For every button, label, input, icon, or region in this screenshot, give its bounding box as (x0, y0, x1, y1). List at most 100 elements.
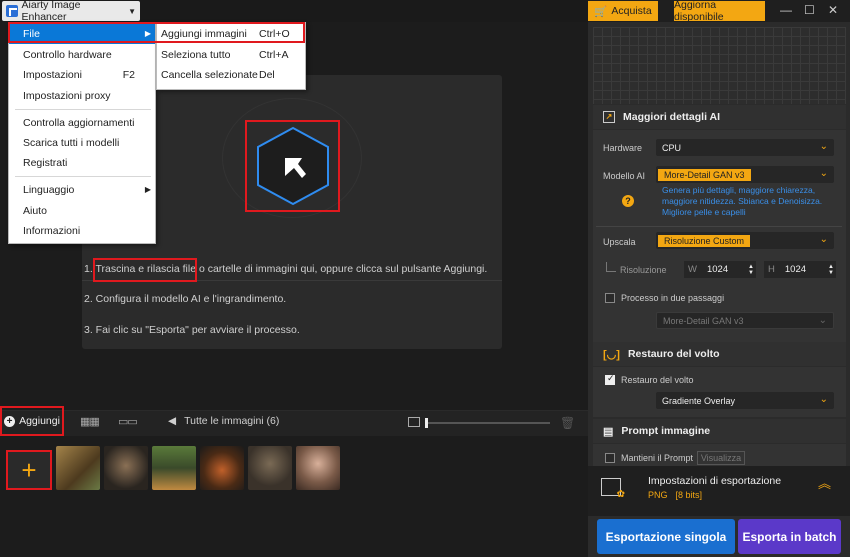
shortcut-label: Del (259, 69, 275, 81)
menu-item-settings[interactable]: Impostazioni F2 (9, 65, 155, 85)
face-restore-header[interactable]: [◡] Restauro del volto (593, 342, 846, 366)
thumbnail-bird[interactable] (104, 446, 148, 490)
format-value: PNG (648, 490, 668, 500)
thumbnail-size-slider[interactable] (425, 422, 550, 424)
import-hex-icon (256, 126, 329, 206)
w-label: W (688, 264, 697, 275)
export-single-button[interactable]: Esportazione singola (597, 519, 735, 554)
face-icon: [◡] (603, 348, 620, 361)
face-restore-checkbox[interactable]: Restauro del volto (605, 375, 694, 385)
model-description: Genera più dettagli, maggiore chiarezza,… (662, 185, 823, 217)
export-batch-label: Esporta in batch (742, 529, 837, 544)
two-pass-model-select[interactable]: More-Detail GAN v3 ⌄ (656, 312, 834, 329)
hardware-value: CPU (662, 142, 682, 153)
menu-item-label: Linguaggio (23, 184, 75, 196)
menu-item-language[interactable]: Linguaggio ▶ (9, 180, 155, 200)
menu-item-label: Informazioni (23, 225, 81, 237)
menu-item-updates[interactable]: Controlla aggiornamenti (9, 113, 155, 133)
menu-item-label: Aiuto (23, 205, 47, 217)
preview-grid (593, 27, 846, 104)
h-value: 1024 (784, 264, 807, 275)
menu-item-about[interactable]: Informazioni (9, 221, 155, 241)
upscale-select[interactable]: Risoluzione Custom ⌄ (656, 232, 834, 249)
checkbox[interactable] (605, 293, 615, 303)
face-mode-select[interactable]: Gradiente Overlay ⌄ (656, 392, 834, 409)
view-label: Visualizza (700, 453, 742, 463)
trash-icon[interactable]: 🗑 (560, 416, 575, 430)
app-logo-icon (6, 5, 18, 17)
grid-view-icon[interactable]: ▦▦ (80, 415, 100, 431)
add-button-label: Aggiungi (19, 415, 60, 427)
app-menu-button[interactable]: Aiarty Image Enhancer ▼ (2, 0, 140, 23)
compare-view-icon[interactable]: ▭▭ (118, 415, 138, 431)
thumbnail-portrait-dark[interactable] (248, 446, 292, 490)
submenu-item-delete-selected[interactable]: Cancella selezionate Del (157, 65, 305, 85)
two-pass-checkbox[interactable]: Processo in due passaggi (605, 293, 724, 303)
keep-prompt-checkbox[interactable]: Mantieni il Prompt (605, 453, 693, 463)
minimize-icon[interactable]: — (780, 3, 792, 17)
slider-handle[interactable] (425, 418, 428, 428)
hardware-select[interactable]: CPU ⌄ (656, 139, 834, 156)
thumbnail-portrait-woman[interactable] (296, 446, 340, 490)
two-pass-model-value: More-Detail GAN v3 (663, 315, 744, 326)
chevron-double-up-icon[interactable]: ︽ (818, 477, 831, 490)
export-batch-button[interactable]: Esporta in batch (738, 519, 841, 554)
menu-item-download-models[interactable]: Scarica tutti i modelli (9, 133, 155, 153)
face-mode-value: Gradiente Overlay (662, 395, 736, 406)
export-settings-title: Impostazioni di esportazione (648, 475, 782, 487)
spinner-icon: ▲ ▼ (748, 263, 754, 276)
submenu-item-select-all[interactable]: Seleziona tutto Ctrl+A (157, 45, 305, 65)
cart-icon: 🛒 (594, 5, 608, 18)
buy-label: Acquista (611, 5, 652, 17)
menu-item-help[interactable]: Aiuto (9, 201, 155, 221)
menu-item-proxy[interactable]: Impostazioni proxy (9, 86, 155, 106)
plus-circle-icon: + (4, 415, 16, 427)
chevron-down-icon: ⌄ (819, 141, 828, 152)
document-icon: ▤ (603, 425, 614, 438)
app-title: Aiarty Image Enhancer (21, 0, 81, 23)
divider (596, 226, 842, 227)
submenu-item-label: Cancella selezionate (161, 69, 258, 81)
thumbnail-burger[interactable] (200, 446, 244, 490)
menu-item-register[interactable]: Registrati (9, 153, 155, 173)
menu-item-hardware[interactable]: Controllo hardware (9, 45, 155, 65)
export-format: PNG [8 bits] (648, 490, 702, 500)
chevron-right-icon: ▶ (144, 185, 151, 194)
thumbnail-tiger[interactable] (56, 446, 100, 490)
export-settings[interactable] (588, 466, 850, 516)
checkbox[interactable] (605, 453, 615, 463)
maximize-icon[interactable]: ☐ (804, 3, 815, 17)
chevron-down-icon: ⌄ (819, 168, 828, 179)
model-value: More-Detail GAN v3 (658, 168, 751, 181)
two-pass-label: Processo in due passaggi (621, 293, 725, 303)
add-image-tile[interactable]: + (6, 450, 52, 490)
prompt-header[interactable]: ▤ Prompt immagine (593, 419, 846, 443)
menu-separator (15, 176, 151, 177)
expand-icon: ↗ (603, 111, 615, 123)
export-single-label: Esportazione singola (605, 529, 727, 544)
model-select[interactable]: More-Detail GAN v3 ⌄ (656, 166, 834, 183)
buy-button[interactable]: 🛒 Acquista (588, 1, 658, 21)
update-label: Aggiorna disponibile (674, 0, 724, 23)
menu-item-label: Impostazioni (23, 69, 82, 81)
add-button[interactable]: + Aggiungi (0, 406, 64, 436)
width-input[interactable]: W 1024 ▲ ▼ (684, 261, 756, 278)
close-icon[interactable]: ✕ (828, 3, 838, 17)
indent-arrow-icon (606, 262, 616, 272)
ai-details-header[interactable]: ↗ Maggiori dettagli AI (593, 105, 846, 129)
help-icon[interactable]: ? (622, 195, 634, 207)
instruction-step-2: 2. Configura il modello AI e l'ingrandim… (84, 293, 287, 305)
view-prompt-button[interactable]: Visualizza (697, 451, 745, 465)
menu-item-label: Impostazioni proxy (23, 90, 111, 102)
shortcut-label: Ctrl+A (259, 49, 289, 61)
hardware-label: Hardware (603, 143, 643, 153)
thumbnail-figure[interactable] (152, 446, 196, 490)
height-input[interactable]: H 1024 ▲ ▼ (764, 261, 836, 278)
import-hex-button[interactable] (245, 120, 340, 212)
spinner-icon: ▲ ▼ (828, 263, 834, 276)
main-menu: File ▶ Controllo hardware Impostazioni F2 … (8, 22, 156, 244)
all-images-nav[interactable]: ◀ Tutte le immagini (6) (168, 415, 279, 427)
update-button[interactable]: Aggiorna disponibile (674, 0, 765, 23)
menu-item-label: Controlla aggiornamenti (23, 117, 135, 129)
checkbox[interactable] (605, 375, 615, 385)
